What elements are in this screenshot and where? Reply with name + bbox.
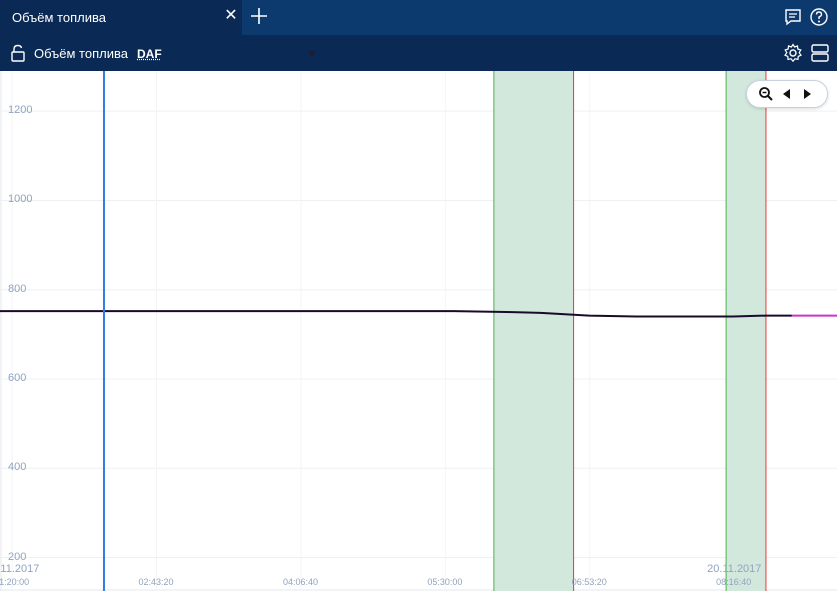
y-tick-label: 600 (8, 371, 27, 384)
y-tick-label: 1000 (8, 193, 33, 206)
tab-title: Объём топлива (12, 10, 106, 25)
x-date-label: 20.11.2017 (0, 563, 40, 575)
y-tick-label: 800 (8, 282, 27, 295)
zoom-out-icon[interactable] (758, 86, 774, 102)
toolbar-title: Объём топлива (34, 46, 128, 61)
x-tick-label: 06:53:20 (571, 577, 607, 587)
x-date-label: 20.11.2017 (707, 563, 762, 575)
vehicle-select[interactable]: DAF (137, 46, 319, 64)
y-tick-label: 400 (8, 461, 27, 474)
x-tick-label: 04:06:40 (282, 577, 318, 587)
help-icon[interactable] (809, 7, 829, 27)
x-tick-label: 01:20:00 (0, 577, 30, 587)
lock-open-icon[interactable] (10, 44, 26, 62)
tab-fuel-volume[interactable]: Объём топлива ✕ (0, 0, 242, 35)
tab-bar: Объём топлива ✕ (0, 0, 837, 35)
fuel-volume-chart (0, 71, 837, 591)
y-tick-label: 1200 (8, 104, 33, 117)
arrow-left-icon[interactable] (779, 86, 795, 102)
layout-rows-icon[interactable] (810, 43, 830, 63)
x-tick-label: 08:16:40 (716, 577, 752, 587)
close-icon[interactable]: ✕ (224, 8, 238, 24)
x-tick-label: 05:30:00 (427, 577, 463, 587)
chat-icon[interactable] (783, 7, 803, 27)
gear-icon[interactable] (783, 43, 803, 63)
toolbar: Объём топлива DAF (0, 35, 837, 71)
fuel-volume-line (0, 310, 792, 318)
vehicle-select-value: DAF (137, 47, 162, 61)
highlight-range (726, 71, 766, 591)
y-tick-label: 200 (8, 550, 27, 563)
chart-grid (0, 71, 837, 591)
highlight-range (493, 71, 574, 591)
x-tick-label: 02:43:20 (138, 577, 174, 587)
highlighted-ranges (493, 71, 767, 591)
zoom-controls (746, 80, 828, 108)
chevron-down-icon (307, 51, 317, 57)
arrow-right-icon[interactable] (799, 86, 815, 102)
plus-icon[interactable] (249, 6, 269, 26)
series-lines (0, 310, 837, 318)
